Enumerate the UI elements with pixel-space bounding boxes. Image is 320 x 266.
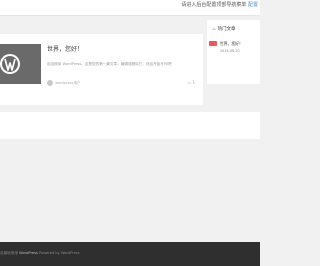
footer-powered: Powered by WordPress — [38, 251, 80, 255]
footer-wordpress-link[interactable]: WordPress — [19, 251, 38, 255]
post-title[interactable]: 世界，您好！ — [47, 44, 83, 53]
comment-count[interactable]: ▭ 1 — [187, 80, 195, 85]
hot-post-thumbnail[interactable] — [209, 41, 217, 46]
footer-prefix: 自豪地采用 — [0, 251, 18, 255]
post-excerpt: 欢迎使用 WordPress。这是您的第一篇文章。编辑或删除它，然后开始写作吧！ — [47, 62, 175, 66]
hot-post-date: 2024-08-20 — [220, 49, 240, 53]
post-card: 世界，您好！ 欢迎使用 WordPress。这是您的第一篇文章。编辑或删除它，然… — [0, 34, 203, 105]
footer-credits: 自豪地采用 WordPress Powered by WordPress — [0, 251, 80, 256]
wordpress-logo-icon — [0, 54, 20, 74]
comment-icon: ▭ — [187, 80, 192, 85]
footer: 自豪地采用 WordPress Powered by WordPress — [0, 242, 260, 266]
configure-menu-link[interactable]: 配置 — [248, 2, 258, 8]
avatar — [47, 80, 53, 86]
post-thumbnail[interactable] — [0, 44, 41, 84]
hot-post-title[interactable]: 世界，您好！ — [220, 41, 243, 47]
comment-count-value: 1 — [192, 80, 195, 85]
sidebar-hot-posts-widget: ♨ 热门文章 世界，您好！ 2024-08-20 — [207, 20, 260, 84]
widget-title: ♨ 热门文章 — [212, 26, 235, 32]
content-area — [0, 112, 260, 139]
author-name: wordpress用户 — [55, 81, 81, 85]
fire-icon: ♨ — [212, 27, 217, 32]
top-nav-notice-text: 请进入后台配置顶部导航菜单 — [181, 2, 247, 8]
widget-title-text: 热门文章 — [217, 27, 236, 32]
top-bar: 请进入后台配置顶部导航菜单 配置 — [0, 0, 260, 16]
top-nav-notice: 请进入后台配置顶部导航菜单 配置 — [181, 1, 258, 8]
